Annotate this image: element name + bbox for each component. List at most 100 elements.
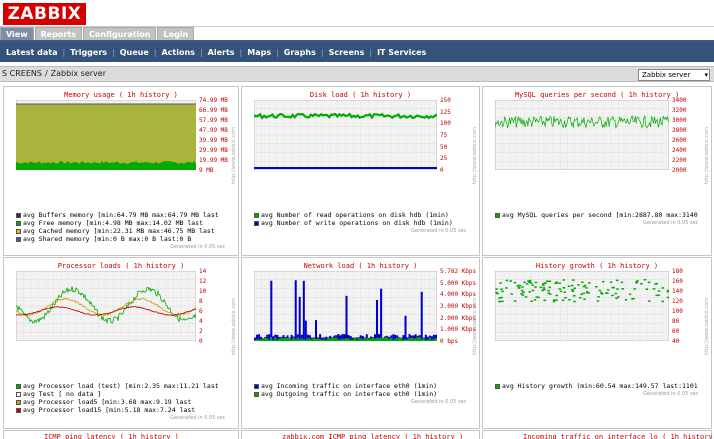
y-tick-label: 2000 xyxy=(672,167,687,174)
outgoing-bar xyxy=(392,339,395,341)
graph-panel[interactable]: Network load ( 1h history ) 5.782 Kbps 5.0… xyxy=(241,257,480,429)
nav-triggers[interactable]: Triggers xyxy=(70,48,112,57)
zabbix-watermark: http://www.zabbix.com xyxy=(472,298,478,356)
nav-queue[interactable]: Queue xyxy=(120,48,154,57)
history-point xyxy=(534,281,538,284)
history-point xyxy=(577,284,580,286)
history-point xyxy=(534,286,537,288)
host-select[interactable]: Zabbix server ▾ xyxy=(638,69,710,81)
graph-panel[interactable]: Disk load ( 1h history ) 150 125 100 75 50 25 0… xyxy=(241,86,480,256)
history-point xyxy=(495,288,498,290)
outgoing-bar xyxy=(319,339,322,341)
incoming-bar xyxy=(380,288,383,341)
history-point xyxy=(661,300,664,303)
y-tick-label: 180 xyxy=(672,268,683,275)
outgoing-bar xyxy=(424,339,427,341)
nav-graphs[interactable]: Graphs xyxy=(284,48,321,57)
outgoing-bar xyxy=(278,338,281,341)
y-tick-label: 6 xyxy=(199,308,203,315)
history-point xyxy=(614,292,617,295)
history-point xyxy=(496,292,499,295)
legend-item: avg Free memory [min:4.98 MB max:14.02 M… xyxy=(16,219,238,227)
y-tick-label: 120 xyxy=(672,298,683,305)
y-tick-label: 1.000 Kbps xyxy=(440,326,477,334)
graph-panel[interactable]: MySQL queries per second ( 1h history ) 3… xyxy=(482,86,712,256)
graph-panel[interactable]: Processor loads ( 1h history ) 14 12 10 8 6 4 2… xyxy=(3,257,239,429)
y-tick-label: 3400 xyxy=(672,97,687,104)
history-point xyxy=(564,297,567,299)
legend-swatch xyxy=(495,212,500,218)
history-point xyxy=(666,290,669,293)
history-point xyxy=(530,300,533,302)
history-point xyxy=(526,283,529,285)
history-point xyxy=(631,298,634,300)
cached-memory-area xyxy=(16,104,196,164)
nav-screens[interactable]: Screens xyxy=(329,48,370,57)
history-point xyxy=(548,280,552,282)
graph-legend: avg MySQL queries per second [min:2887.8… xyxy=(495,211,711,219)
generated-note: Generated in 0.05 sec xyxy=(643,220,699,226)
graph-legend: avg Incoming traffic on interface eth0 (… xyxy=(254,382,479,398)
legend-swatch xyxy=(254,383,259,389)
nav-alerts[interactable]: Alerts xyxy=(208,48,240,57)
y-tick-label: 25 xyxy=(440,155,448,163)
history-point xyxy=(616,288,619,290)
outgoing-bar xyxy=(310,339,313,341)
graph-panel[interactable]: ICMP ping latency ( 1h history ) xyxy=(3,430,239,439)
history-point xyxy=(520,293,523,295)
legend-swatch xyxy=(254,212,259,218)
nav-latest-data[interactable]: Latest data xyxy=(6,48,62,57)
legend-item: avg Test [ no data ] xyxy=(16,390,238,398)
outgoing-bar xyxy=(388,338,391,341)
y-tick-label: 3200 xyxy=(672,107,687,114)
history-point xyxy=(648,300,651,302)
outgoing-bar xyxy=(288,337,291,341)
outgoing-bar xyxy=(410,337,413,341)
nav-maps[interactable]: Maps xyxy=(247,48,276,57)
outgoing-bar xyxy=(308,338,311,341)
history-point xyxy=(615,279,619,282)
graph-panel[interactable]: History growth ( 1h history ) 180 160 140 12… xyxy=(482,257,712,429)
history-point xyxy=(501,290,504,293)
history-point xyxy=(635,282,638,284)
tab-login[interactable]: Login xyxy=(157,27,195,41)
legend-swatch xyxy=(254,391,259,397)
graph-panel[interactable]: Memory usage ( 1h history ) 74.99 MB 66.99… xyxy=(3,86,239,256)
graph-panel[interactable]: Incoming traffic on interface lo ( 1h hi… xyxy=(482,430,714,439)
tab-configuration[interactable]: Configuration xyxy=(82,27,157,41)
y-tick-label: 2800 xyxy=(672,127,687,134)
outgoing-bar xyxy=(357,337,360,341)
outgoing-bar xyxy=(333,337,336,341)
generated-note: Generated in 0.05 sec xyxy=(411,228,467,234)
legend-text: avg Processor load (test) [min:2.35 max:… xyxy=(23,382,219,390)
graph-panel[interactable]: zabbix.com ICMP ping latency ( 1h histor… xyxy=(241,430,480,439)
breadcrumb-section[interactable]: S CREENS xyxy=(2,69,42,78)
nav-separator: | xyxy=(276,47,279,57)
y-tick-label: 140 xyxy=(672,288,683,295)
history-point xyxy=(636,280,639,282)
history-point xyxy=(555,294,558,297)
history-point xyxy=(640,283,643,285)
breadcrumb: S CREENS / Zabbix server xyxy=(2,69,106,78)
legend-text: avg History growth (min:60.54 max:149.57… xyxy=(502,382,698,390)
zabbix-logo[interactable]: ZABBIX xyxy=(3,3,86,25)
history-point xyxy=(528,291,531,293)
history-point xyxy=(647,281,651,284)
nav-actions[interactable]: Actions xyxy=(161,48,199,57)
incoming-bar xyxy=(376,300,379,341)
tab-reports[interactable]: Reports xyxy=(34,27,82,41)
outgoing-bar xyxy=(339,339,342,341)
history-point xyxy=(578,297,582,299)
legend-item: avg MySQL queries per second [min:2887.8… xyxy=(495,211,711,219)
history-point xyxy=(633,288,636,290)
tab-view[interactable]: View xyxy=(0,27,34,41)
graph-title: zabbix.com ICMP ping latency ( 1h histor… xyxy=(282,433,464,439)
history-point xyxy=(602,280,605,283)
incoming-bar xyxy=(345,295,348,341)
y-tick-label: 29.99 MB xyxy=(199,147,228,154)
y-tick-label: 19.99 MB xyxy=(199,157,228,164)
history-point xyxy=(513,300,517,302)
nav-it-services[interactable]: IT Services xyxy=(377,48,431,57)
outgoing-bar xyxy=(345,337,348,341)
history-point xyxy=(533,299,537,301)
